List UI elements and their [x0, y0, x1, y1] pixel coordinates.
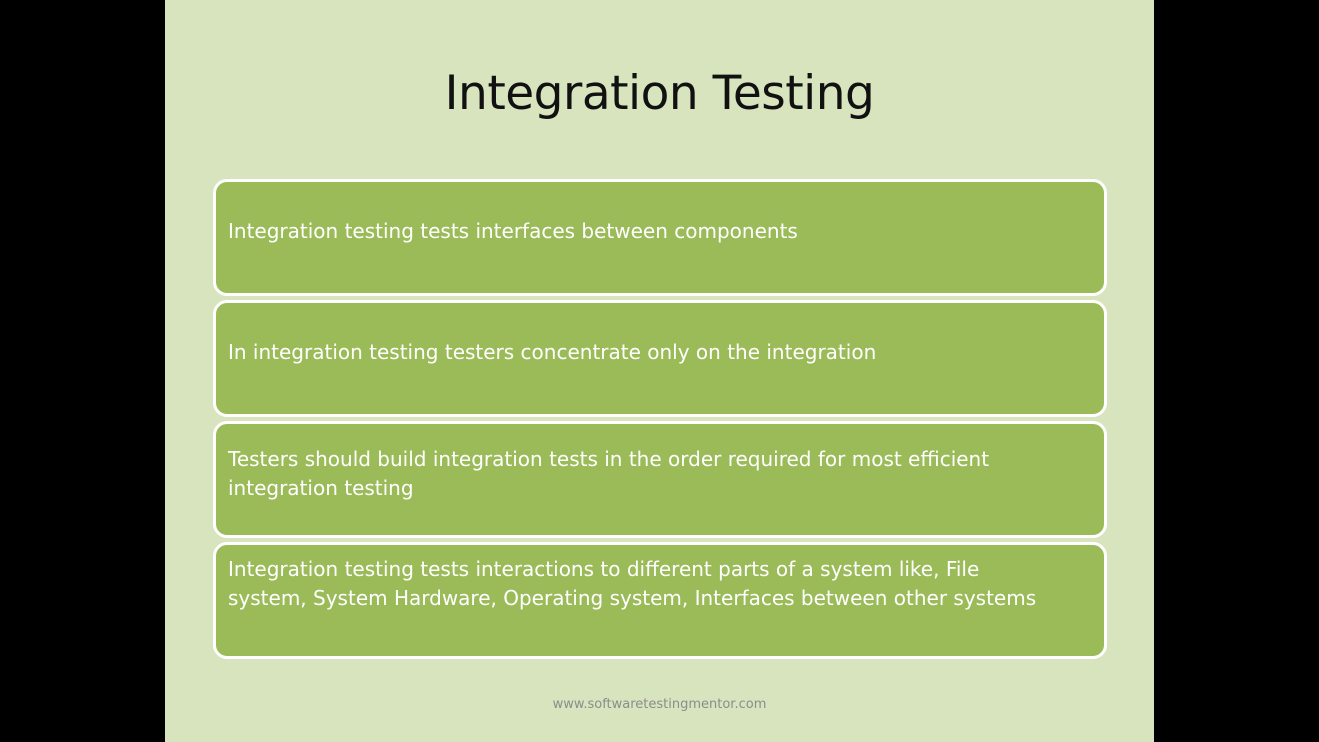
list-item: Integration testing tests interfaces bet… — [213, 179, 1107, 296]
list-item: In integration testing testers concentra… — [213, 300, 1107, 417]
slide: Integration Testing Integration testing … — [165, 0, 1154, 742]
footer-url: www.softwaretestingmentor.com — [552, 697, 767, 712]
slide-title: Integration Testing — [444, 66, 875, 121]
video-frame: Integration Testing Integration testing … — [0, 0, 1319, 742]
list-item: Testers should build integration tests i… — [213, 421, 1107, 538]
bullet-list: Integration testing tests interfaces bet… — [213, 179, 1107, 663]
list-item: Integration testing tests interactions t… — [213, 542, 1107, 659]
